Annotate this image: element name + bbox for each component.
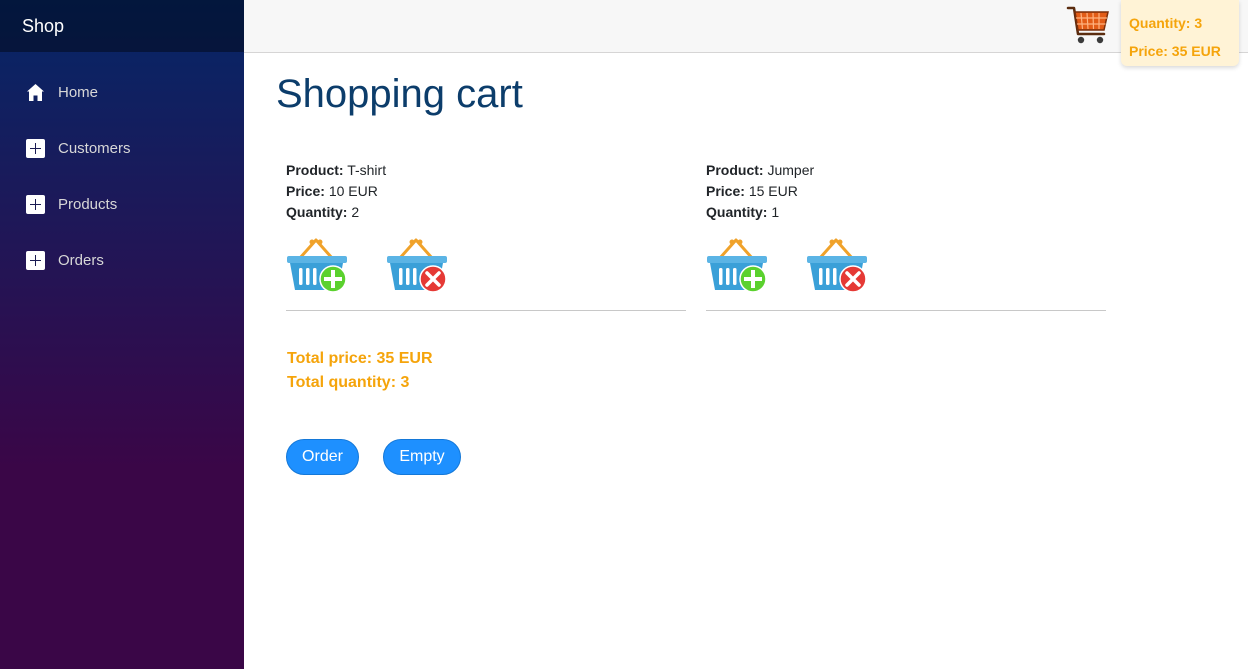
sidebar-item-label: Customers	[58, 139, 131, 157]
product-quantity: 1	[771, 204, 780, 220]
cart-item: Product: Jumper Price: 15 EUR Quantity: …	[706, 160, 1106, 311]
product-label: Product:	[706, 162, 764, 178]
sidebar-item-customers[interactable]: Customers	[0, 120, 244, 176]
cart-quantity: Quantity: 3	[1129, 15, 1203, 31]
plus-box-icon	[26, 138, 45, 158]
remove-from-basket-icon[interactable]	[806, 236, 868, 294]
brand-title[interactable]: Shop	[22, 16, 64, 37]
price-label: Price:	[706, 183, 745, 199]
add-to-basket-icon[interactable]	[286, 236, 348, 294]
product-name: T-shirt	[347, 162, 387, 178]
product-line: Product: T-shirt	[286, 160, 686, 181]
cart-price: Price: 35 EUR	[1129, 43, 1221, 59]
remove-from-basket-icon[interactable]	[386, 236, 448, 294]
add-to-basket-icon[interactable]	[706, 236, 768, 294]
product-price: 15 EUR	[748, 183, 798, 199]
home-icon	[26, 83, 45, 102]
quantity-label: Quantity:	[286, 204, 348, 220]
brand-bar: Shop	[0, 0, 244, 52]
cart-summary: Quantity: 3 Price: 35 EUR	[1121, 0, 1239, 66]
product-price: 10 EUR	[328, 183, 378, 199]
order-button[interactable]: Order	[286, 439, 359, 475]
sidebar-item-label: Home	[58, 83, 99, 101]
product-name: Jumper	[767, 162, 815, 178]
sidebar-item-home[interactable]: Home	[0, 64, 244, 120]
empty-cart-button[interactable]: Empty	[383, 439, 461, 475]
quantity-line: Quantity: 2	[286, 202, 686, 223]
plus-box-icon	[26, 250, 45, 270]
product-quantity: 2	[351, 204, 360, 220]
page-title: Shopping cart	[276, 72, 523, 116]
shopping-cart-icon[interactable]	[1066, 4, 1110, 46]
item-actions	[286, 236, 448, 294]
price-line: Price: 15 EUR	[706, 181, 1106, 202]
product-line: Product: Jumper	[706, 160, 1106, 181]
quantity-label: Quantity:	[706, 204, 768, 220]
sidebar: Shop Home Customers Products Orders	[0, 0, 244, 669]
price-line: Price: 10 EUR	[286, 181, 686, 202]
total-price: Total price: 35 EUR	[287, 350, 433, 367]
cart-item: Product: T-shirt Price: 10 EUR Quantity:…	[286, 160, 686, 311]
sidebar-item-label: Orders	[58, 251, 104, 269]
nav-menu: Home Customers Products Orders	[0, 52, 244, 288]
sidebar-item-orders[interactable]: Orders	[0, 232, 244, 288]
plus-box-icon	[26, 194, 45, 214]
sidebar-item-label: Products	[58, 195, 118, 213]
price-label: Price:	[286, 183, 325, 199]
total-quantity: Total quantity: 3	[287, 374, 410, 391]
cart-totals: Total price: 35 EUR Total quantity: 3	[287, 347, 433, 395]
product-label: Product:	[286, 162, 344, 178]
sidebar-item-products[interactable]: Products	[0, 176, 244, 232]
item-actions	[706, 236, 868, 294]
quantity-line: Quantity: 1	[706, 202, 1106, 223]
